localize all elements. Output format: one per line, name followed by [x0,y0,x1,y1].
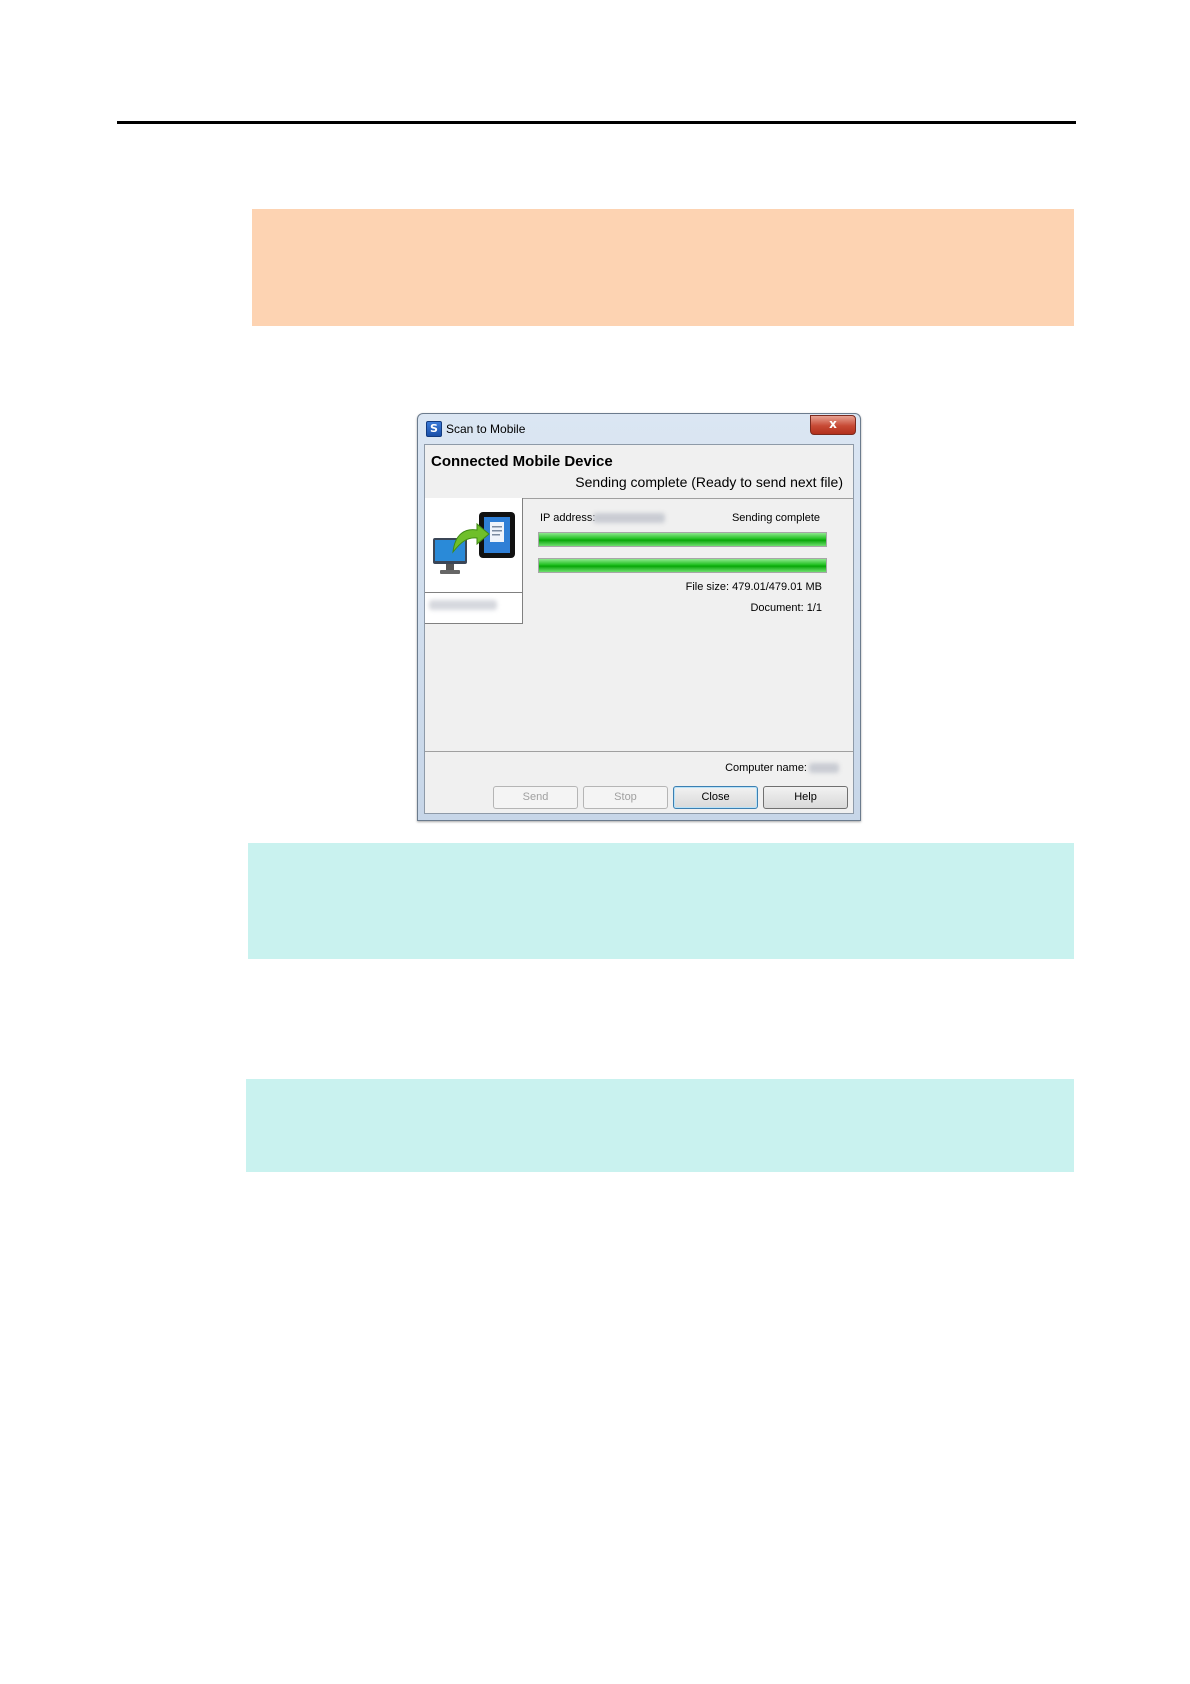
dialog-status: Sending complete (Ready to send next fil… [575,474,843,490]
title-bar[interactable]: S Scan to Mobile x [418,414,860,444]
header-rule [117,121,1076,124]
file-progress-fill [539,533,826,546]
window-title: Scan to Mobile [446,422,526,436]
window-close-button[interactable]: x [810,415,856,435]
send-button[interactable]: Send [493,786,578,809]
hint-box-2 [246,1079,1074,1172]
device-list[interactable] [425,498,523,624]
ip-address-value [593,513,665,523]
file-size: File size: 479.01/479.01 MB [685,581,822,593]
dialog-header: Connected Mobile Device Sending complete… [425,445,853,499]
footer-divider [425,751,853,752]
pc-to-mobile-transfer-icon [433,512,515,574]
close-button[interactable]: Close [673,786,758,809]
note-box [252,209,1074,326]
total-progress-fill [539,559,826,572]
dialog-body: Connected Mobile Device Sending complete… [424,444,854,814]
file-progress-bar [538,532,827,547]
document-count: Document: 1/1 [750,602,822,614]
ip-address-label: IP address: [540,512,596,524]
total-progress-bar [538,558,827,573]
help-button[interactable]: Help [763,786,848,809]
app-icon: S [426,421,442,437]
computer-name-label: Computer name: [725,762,807,774]
scan-to-mobile-window: S Scan to Mobile x Connected Mobile Devi… [417,413,861,821]
computer-name-value [809,763,839,773]
dialog-heading: Connected Mobile Device [431,453,613,470]
device-divider [425,592,522,593]
device-name [429,600,497,610]
stop-button[interactable]: Stop [583,786,668,809]
sending-status: Sending complete [731,512,820,524]
hint-box [248,843,1074,959]
